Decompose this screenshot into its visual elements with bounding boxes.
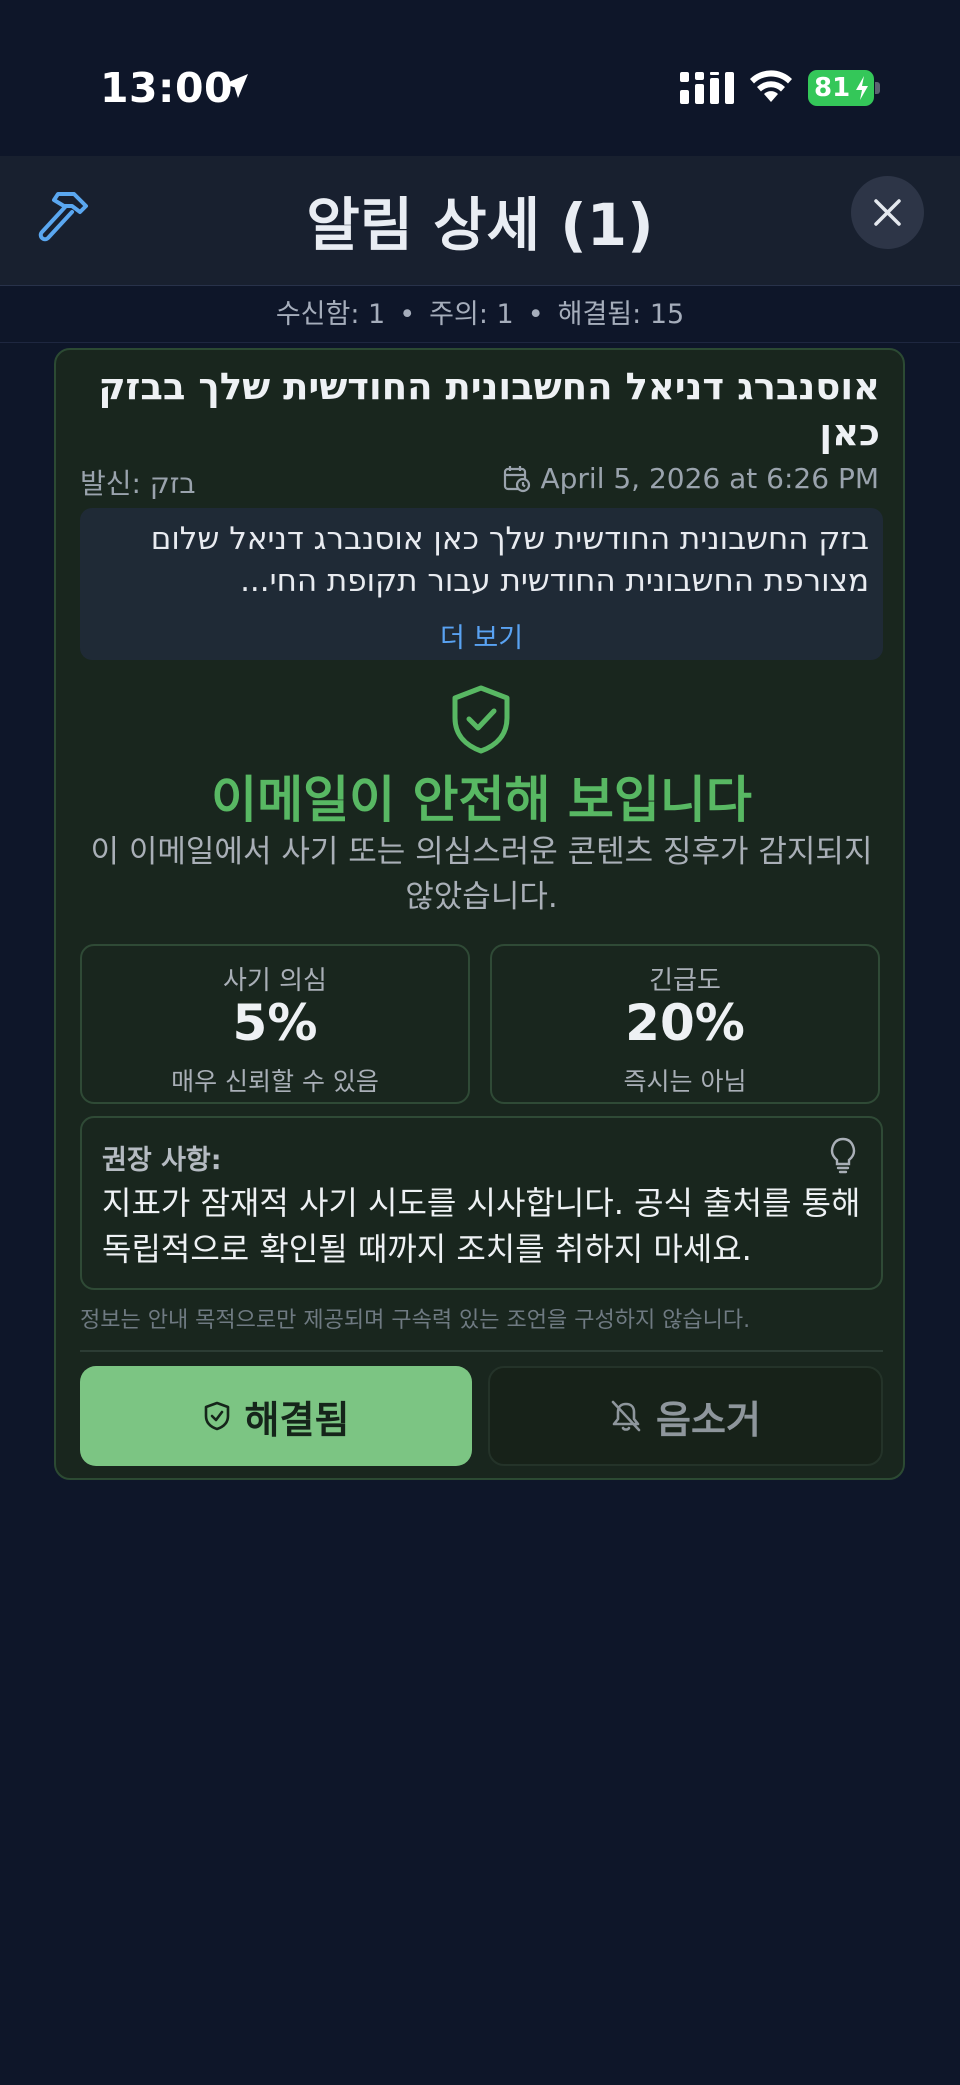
show-more-link[interactable]: 더 보기: [80, 616, 883, 655]
alert-card: אוסנברג דניאל החשבונית החודשית שלך בבזק …: [54, 348, 905, 1480]
resolved-button-label: 해결됨: [244, 1397, 350, 1442]
stats-summary: 수신함: 1 • 주의: 1 • 해결됨: 15: [0, 287, 960, 343]
battery-level: 81: [814, 73, 851, 103]
close-button[interactable]: [851, 176, 924, 249]
fraud-suspicion-metric: 사기 의심 5% 매우 신뢰할 수 있음: [80, 944, 470, 1104]
email-date: April 5, 2026 at 6:26 PM: [502, 462, 879, 495]
close-icon: [874, 199, 901, 226]
email-subject: אוסנברג דניאל החשבונית החודשית שלך בבזק …: [98, 365, 880, 454]
recommendation-label: 권장 사항:: [102, 1145, 222, 1176]
mute-button-label: 음소거: [656, 1397, 761, 1442]
battery-charging-icon: 81: [808, 70, 880, 106]
page-title: 알림 상세 (1): [306, 191, 654, 259]
shield-check-icon: [204, 1401, 229, 1431]
resolved-button[interactable]: 해결됨: [80, 1366, 472, 1466]
resolved-count: 해결됨: 15: [557, 299, 685, 330]
mute-button[interactable]: 음소거: [488, 1366, 883, 1466]
metric-sub: 매우 신뢰할 수 있음: [171, 1067, 379, 1096]
location-arrow-icon: [224, 74, 248, 98]
lightbulb-icon: [830, 1137, 856, 1174]
bell-off-icon: [611, 1400, 641, 1432]
wifi-icon: [750, 70, 792, 102]
verdict-title: 이메일이 안전해 보입니다: [211, 771, 752, 829]
divider: [80, 1350, 883, 1352]
metric-label: 사기 의심: [223, 966, 327, 996]
disclaimer: 정보는 안내 목적으로만 제공되며 구속력 있는 조언을 구성하지 않습니다.: [80, 1308, 751, 1333]
shield-check-icon: [452, 685, 510, 754]
separator-dot: •: [527, 299, 544, 330]
header: 알림 상세 (1): [0, 156, 960, 286]
cellular-signal-icon: [680, 72, 734, 104]
recommendation-text: 지표가 잠재적 사기 시도를 시사합니다. 공식 출처를 통해 독립적으로 확인…: [102, 1184, 861, 1268]
email-preview: בזק החשבונית החודשית שלך כאן אוסנברג דני…: [80, 508, 883, 660]
email-date-text: April 5, 2026 at 6:26 PM: [540, 462, 879, 495]
recommendation-box: 권장 사항: 지표가 잠재적 사기 시도를 시사합니다. 공식 출처를 통해 독…: [80, 1116, 883, 1290]
metric-sub: 즉시는 아님: [623, 1067, 747, 1096]
status-bar: 13:00 81: [0, 0, 960, 156]
metric-label: 긴급도: [649, 966, 721, 996]
metric-value: 20%: [625, 994, 745, 1052]
calendar-clock-icon: [504, 465, 531, 492]
email-preview-text: בזק החשבונית החודשית שלך כאן אוסנברג דני…: [150, 521, 869, 599]
urgency-metric: 긴급도 20% 즉시는 아님: [490, 944, 880, 1104]
metric-value: 5%: [232, 994, 318, 1052]
received-count: 수신함: 1: [275, 299, 386, 330]
warning-count: 주의: 1: [429, 299, 514, 330]
verdict-description: 이 이메일에서 사기 또는 의심스러운 콘텐츠 징후가 감지되지 않았습니다.: [90, 834, 873, 915]
status-time: 13:00: [100, 64, 234, 112]
email-sender: 발신: בזק: [80, 467, 196, 500]
separator-dot: •: [399, 299, 416, 330]
